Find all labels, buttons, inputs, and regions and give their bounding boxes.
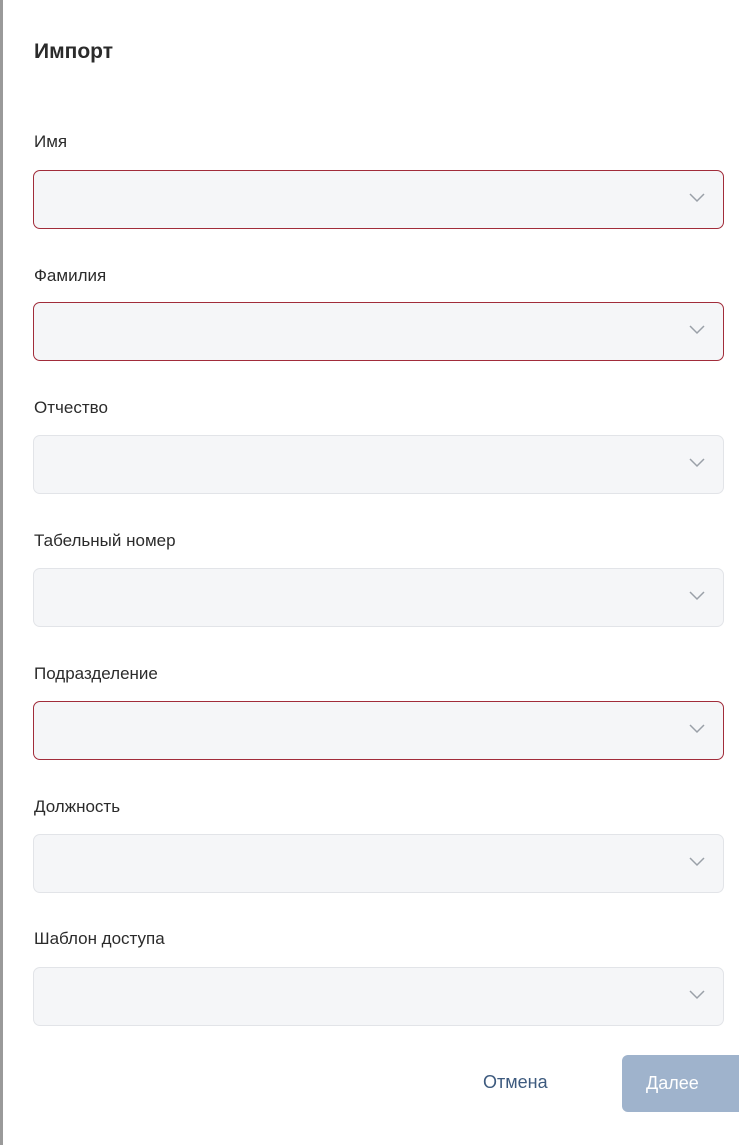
- dialog-title: Импорт: [34, 40, 113, 63]
- department-label: Подразделение: [34, 664, 158, 683]
- last-name-label: Фамилия: [34, 266, 107, 285]
- chevron-down-icon: [689, 458, 705, 468]
- position-select[interactable]: [33, 834, 724, 893]
- position-label: Должность: [34, 797, 121, 816]
- import-dialog: Импорт Имя Фамилия Отчество Табельный но…: [0, 0, 739, 1145]
- middle-name-label: Отчество: [34, 398, 108, 417]
- cancel-button[interactable]: Отмена: [483, 1072, 548, 1093]
- first-name-select[interactable]: [33, 170, 724, 229]
- employee-number-select[interactable]: [33, 568, 724, 627]
- access-template-select[interactable]: [33, 967, 724, 1026]
- department-select[interactable]: [33, 701, 724, 760]
- middle-name-select[interactable]: [33, 435, 724, 494]
- chevron-down-icon: [689, 724, 705, 734]
- employee-number-label: Табельный номер: [34, 531, 176, 550]
- next-button[interactable]: Далее: [622, 1055, 739, 1112]
- chevron-down-icon: [689, 591, 705, 601]
- chevron-down-icon: [689, 193, 705, 203]
- chevron-down-icon: [689, 857, 705, 867]
- last-name-select[interactable]: [33, 302, 724, 361]
- access-template-label: Шаблон доступа: [34, 929, 165, 948]
- chevron-down-icon: [689, 990, 705, 1000]
- chevron-down-icon: [689, 325, 705, 335]
- first-name-label: Имя: [34, 132, 68, 151]
